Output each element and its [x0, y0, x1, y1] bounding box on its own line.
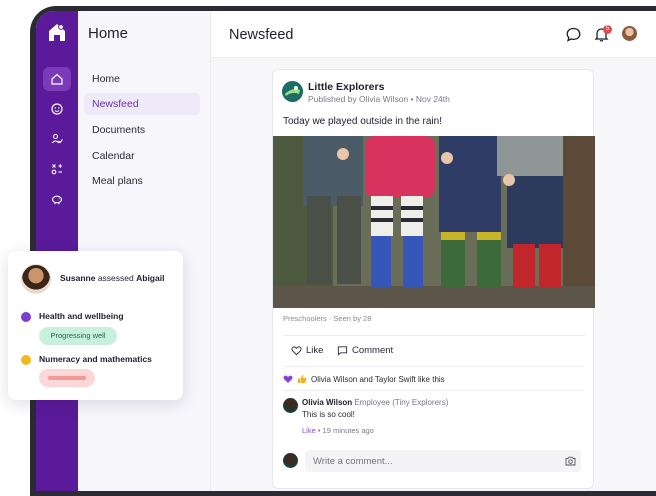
thumbs-up-icon	[298, 375, 307, 383]
divider	[283, 335, 585, 336]
piggy-bank-icon	[51, 195, 63, 205]
sidebar-item-home[interactable]: Home	[84, 68, 200, 90]
purple-heart-icon	[283, 375, 293, 383]
sidebar-item-meal-plans[interactable]: Meal plans	[84, 170, 200, 192]
sidebar-item-newsfeed[interactable]: Newsfeed	[84, 93, 200, 115]
comment-icon	[337, 346, 348, 356]
children-rainboots-image	[273, 136, 595, 308]
likes-summary: Olivia Wilson and Taylor Swift like this	[283, 374, 445, 384]
current-user-avatar	[283, 453, 298, 468]
comment-time: • 19 minutes ago	[315, 426, 374, 435]
comment-button[interactable]: Comment	[337, 345, 393, 356]
comment-meta: Like • 19 minutes ago	[302, 426, 374, 435]
divider	[283, 366, 585, 367]
area-health: Health and wellbeing	[39, 311, 124, 321]
comment-header: Olivia Wilson Employee (Tiny Explorers)	[302, 398, 448, 407]
progress-pill: Progressing well	[39, 327, 117, 345]
pending-pill	[39, 369, 95, 387]
commenter-avatar	[283, 398, 298, 413]
assessment-verb: assessed	[97, 273, 134, 283]
user-avatar[interactable]	[622, 26, 637, 41]
shapes-icon	[51, 164, 62, 175]
camera-icon[interactable]	[565, 456, 576, 466]
area-numeracy: Numeracy and mathematics	[39, 354, 152, 364]
main-content: Newsfeed 5 Little Explorers Published by…	[211, 11, 656, 491]
rail-learning-button[interactable]	[43, 157, 71, 181]
top-bar: Newsfeed 5	[211, 11, 656, 58]
page-title: Newsfeed	[229, 27, 294, 43]
assessment-title: Susanne assessed Abigail	[60, 273, 164, 283]
sidebar-item-documents[interactable]: Documents	[84, 119, 200, 141]
like-label: Like	[306, 345, 324, 356]
sidebar-title: Home	[88, 25, 129, 42]
post-audience-info: Preschoolers · Seen by 28	[283, 314, 372, 323]
app-logo-icon	[49, 24, 65, 41]
numeracy-dot	[21, 355, 31, 365]
placeholder-bar	[48, 376, 86, 380]
assessor-name: Susanne	[60, 273, 96, 283]
heart-icon	[291, 346, 302, 356]
like-button[interactable]: Like	[291, 345, 323, 356]
notification-badge: 5	[603, 25, 612, 34]
comment-label: Comment	[352, 345, 394, 356]
org-name[interactable]: Little Explorers	[308, 81, 384, 93]
comment-text: This is so cool!	[302, 410, 355, 419]
sidebar-item-calendar[interactable]: Calendar	[84, 145, 200, 167]
assessor-avatar	[21, 264, 51, 294]
post-card: Little Explorers Published by Olivia Wil…	[272, 69, 595, 489]
home-icon	[51, 73, 63, 85]
rail-attendance-button[interactable]	[43, 127, 71, 151]
likes-text: Olivia Wilson and Taylor Swift like this	[311, 374, 445, 384]
comment-author[interactable]: Olivia Wilson	[302, 398, 352, 407]
post-photo[interactable]	[273, 136, 595, 308]
rail-home-button[interactable]	[43, 67, 71, 91]
child-name: Abigail	[136, 273, 165, 283]
divider	[283, 390, 585, 391]
org-logo-icon	[282, 81, 303, 102]
rail-billing-button[interactable]	[43, 187, 71, 211]
health-dot	[21, 312, 31, 322]
org-avatar	[282, 81, 303, 102]
person-check-icon	[51, 133, 63, 144]
post-text: Today we played outside in the rain!	[283, 116, 442, 127]
comment-like-link[interactable]: Like	[302, 426, 316, 435]
smiley-icon	[51, 103, 63, 115]
comment-author-role: Employee (Tiny Explorers)	[354, 398, 449, 407]
chat-bubble-icon[interactable]	[565, 26, 582, 43]
comment-input[interactable]	[305, 450, 581, 472]
post-meta: Published by Olivia Wilson • Nov 24th	[308, 94, 450, 104]
rail-wellbeing-button[interactable]	[43, 97, 71, 121]
assessment-card[interactable]: Susanne assessed Abigail Health and well…	[8, 251, 183, 400]
